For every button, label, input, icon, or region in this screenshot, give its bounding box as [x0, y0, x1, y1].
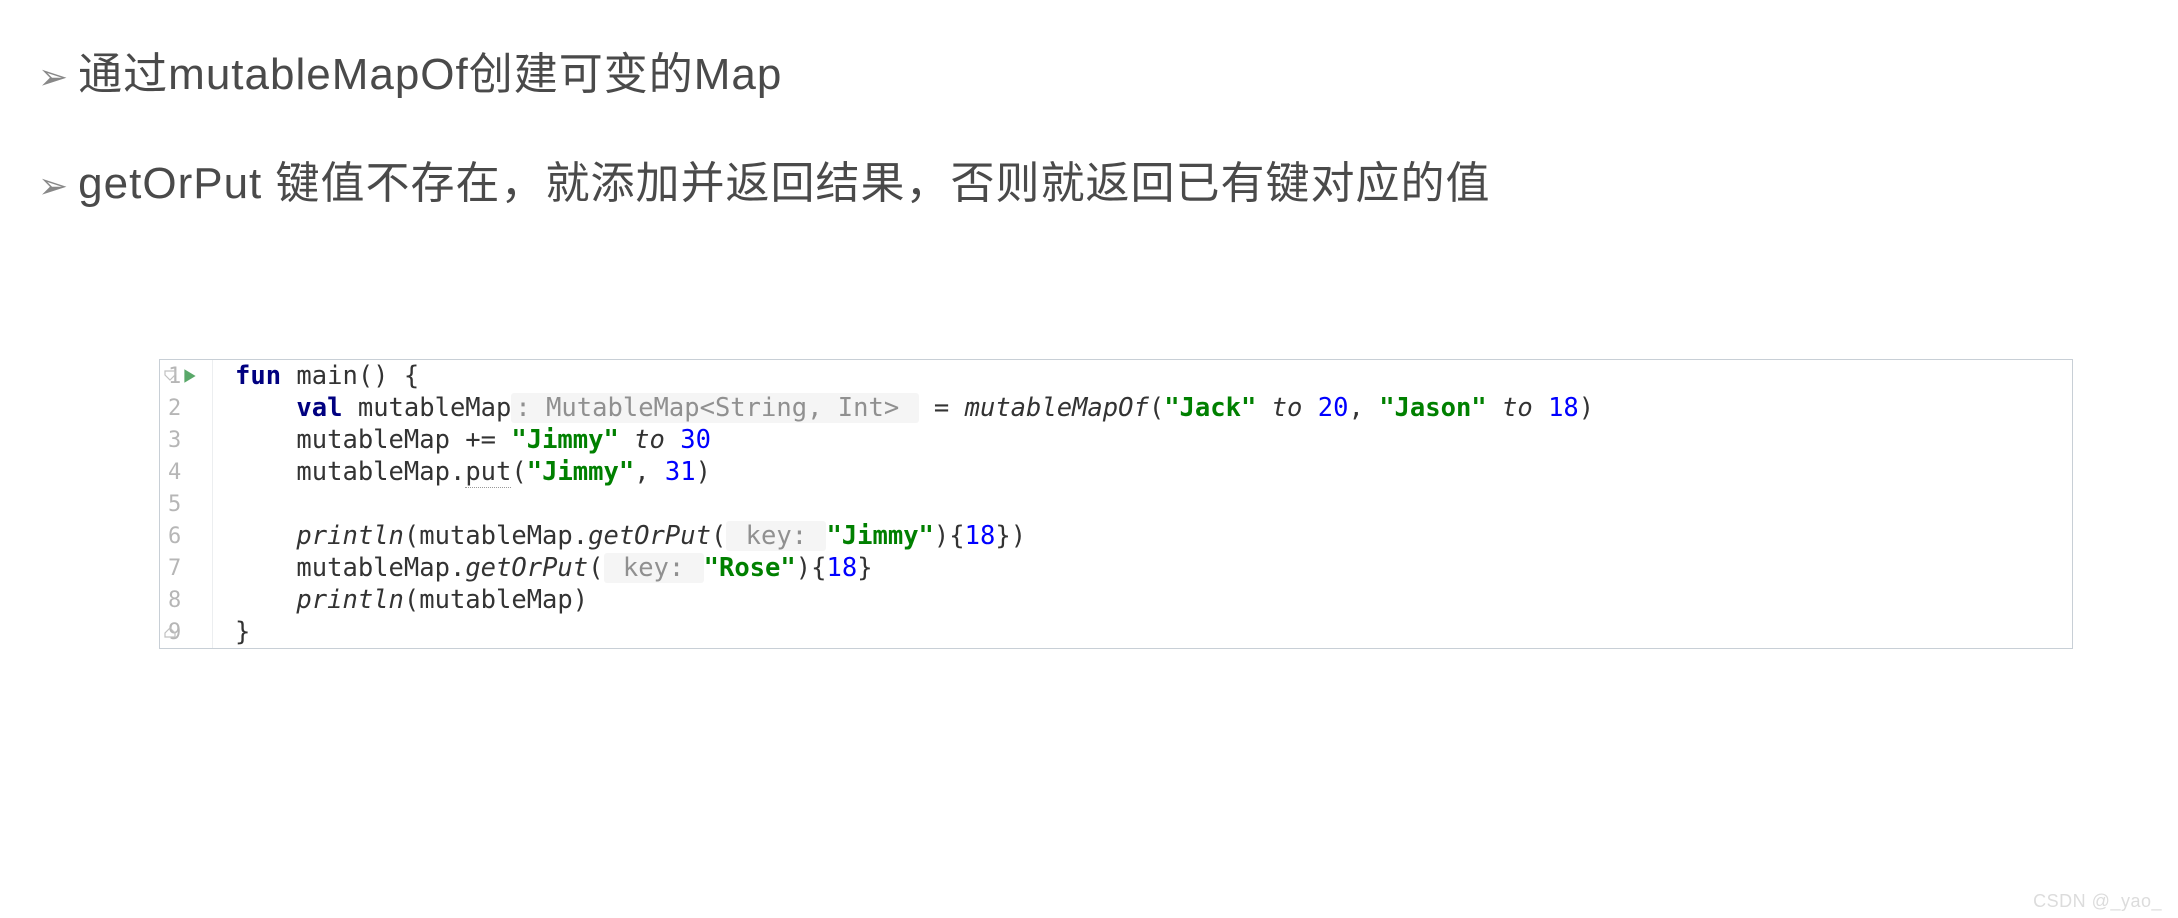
number-literal: 18: [965, 521, 996, 551]
line-number: 2: [160, 396, 181, 421]
inlay-param-hint: key:: [726, 521, 826, 551]
number-literal: 18: [826, 553, 857, 583]
code-text: mutableMap: [342, 393, 511, 423]
keyword-val: val: [296, 393, 342, 423]
bullet-marker-icon: ➢: [38, 165, 68, 207]
bullet-text-2: getOrPut 键值不存在，就添加并返回结果，否则就返回已有键对应的值: [78, 147, 1490, 211]
code-text: (mutableMap): [404, 585, 588, 615]
bullet-item-1: ➢ 通过mutableMapOf创建可变的Map: [38, 38, 2178, 102]
keyword-fun: fun: [235, 361, 281, 391]
function-println: println: [296, 585, 403, 615]
string-literal: "Jimmy": [527, 457, 634, 487]
number-literal: 31: [665, 457, 696, 487]
number-literal: 30: [680, 425, 711, 455]
number-literal: 18: [1548, 393, 1579, 423]
code-text: mutableMap +=: [296, 425, 511, 455]
line-number: 3: [160, 428, 181, 453]
line-number: 6: [160, 524, 181, 549]
string-literal: "Jack": [1164, 393, 1256, 423]
function-call: mutableMapOf: [965, 393, 1149, 423]
code-line: 9 }: [160, 616, 2072, 648]
line-number: 4: [160, 460, 181, 485]
string-literal: "Jimmy": [826, 521, 933, 551]
fold-close-icon[interactable]: [162, 563, 285, 701]
code-line: 3 mutableMap += "Jimmy" to 30: [160, 424, 2072, 456]
code-line: 5: [160, 488, 2072, 520]
inlay-type-hint: : MutableMap<String, Int>: [511, 393, 918, 423]
watermark-text: CSDN @_yao_: [2033, 891, 2162, 912]
function-println: println: [296, 521, 403, 551]
inlay-param-hint: key:: [604, 553, 704, 583]
method-getorput: getOrPut: [465, 553, 588, 583]
code-text: mutableMap.: [296, 457, 465, 487]
code-line: 8 println(mutableMap): [160, 584, 2072, 616]
code-line: 2 val mutableMap: MutableMap<String, Int…: [160, 392, 2072, 424]
code-line: 4 mutableMap.put("Jimmy", 31): [160, 456, 2072, 488]
line-number: 5: [160, 492, 181, 517]
number-literal: 20: [1318, 393, 1349, 423]
code-editor: 1 fun main() { 2 val mutableMap: Mutable…: [159, 359, 2073, 649]
method-getorput: getOrPut: [588, 521, 711, 551]
code-line: 1 fun main() {: [160, 360, 2072, 392]
code-text: mutableMap.: [296, 553, 465, 583]
string-literal: "Jimmy": [511, 425, 618, 455]
string-literal: "Rose": [704, 553, 796, 583]
code-line: 7 mutableMap.getOrPut( key: "Rose"){18}: [160, 552, 2072, 584]
method-put: put: [465, 457, 511, 488]
code-text: main() {: [281, 361, 419, 391]
bullet-marker-icon: ➢: [38, 56, 68, 98]
string-literal: "Jason": [1379, 393, 1486, 423]
code-line: 6 println(mutableMap.getOrPut( key: "Jim…: [160, 520, 2072, 552]
bullet-item-2: ➢ getOrPut 键值不存在，就添加并返回结果，否则就返回已有键对应的值: [38, 147, 2178, 211]
code-text: }: [235, 617, 250, 647]
bullet-text-1: 通过mutableMapOf创建可变的Map: [78, 38, 782, 102]
